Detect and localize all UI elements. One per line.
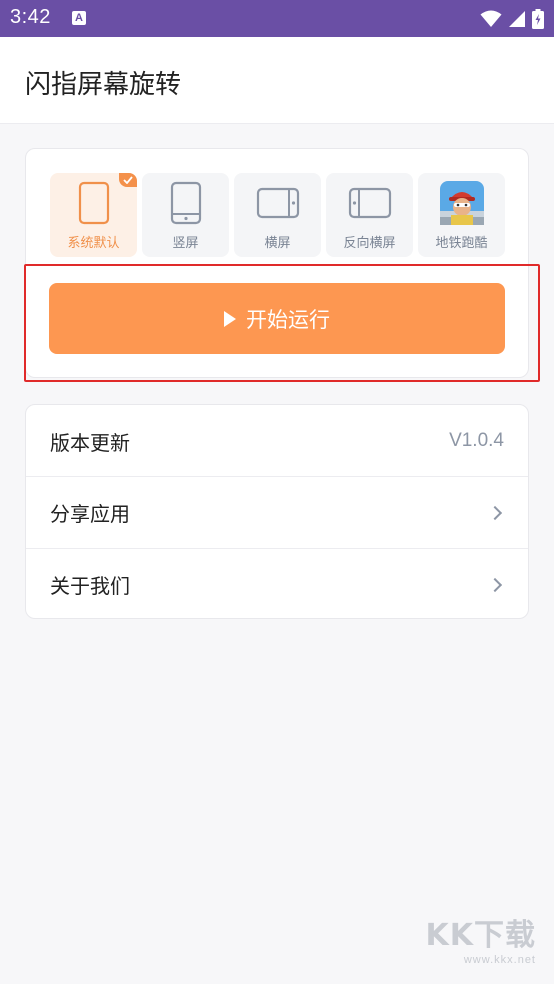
check-badge-icon bbox=[119, 173, 137, 187]
status-bar: 3:42 A bbox=[0, 0, 554, 37]
mode-label: 地铁跑酷 bbox=[435, 236, 488, 251]
watermark-logo-text: KK下载 bbox=[425, 918, 536, 953]
mode-label: 系统默认 bbox=[67, 236, 120, 251]
landscape-icon bbox=[256, 187, 299, 219]
phone-outline-icon bbox=[78, 181, 109, 225]
menu-item-label: 分享应用 bbox=[50, 502, 130, 526]
status-time: 3:42 bbox=[10, 6, 51, 28]
battery-icon bbox=[532, 9, 544, 29]
app-bar: 闪指屏幕旋转 bbox=[0, 37, 554, 124]
menu-item-label: 关于我们 bbox=[50, 574, 130, 598]
app-title: 闪指屏幕旋转 bbox=[25, 70, 182, 100]
start-run-label: 开始运行 bbox=[246, 307, 330, 332]
mode-system-default[interactable]: 系统默认 bbox=[50, 173, 137, 257]
menu-item-version-update[interactable]: 版本更新 V1.0.4 bbox=[26, 405, 528, 477]
system-icons bbox=[480, 8, 544, 30]
mode-subway-surfers[interactable]: 地铁跑酷 bbox=[418, 173, 505, 257]
reverse-landscape-icon bbox=[348, 187, 391, 219]
watermark-url: www.kkx.net bbox=[463, 954, 536, 966]
signal-icon bbox=[509, 11, 525, 27]
start-run-button[interactable]: 开始运行 bbox=[49, 283, 505, 354]
menu-item-label: 版本更新 bbox=[50, 430, 130, 455]
play-icon bbox=[224, 311, 236, 327]
portrait-icon bbox=[170, 181, 201, 225]
chevron-right-icon bbox=[487, 505, 503, 520]
menu-item-share-app[interactable]: 分享应用 bbox=[26, 476, 528, 548]
settings-menu-card: 版本更新 V1.0.4 分享应用 关于我们 bbox=[25, 404, 529, 619]
version-value: V1.0.4 bbox=[449, 430, 504, 451]
site-watermark: KK下载 www.kkx.net bbox=[426, 910, 537, 966]
notification-a-icon: A bbox=[72, 11, 86, 25]
mode-landscape[interactable]: 横屏 bbox=[234, 173, 321, 257]
mode-label: 横屏 bbox=[264, 236, 291, 251]
wifi-icon bbox=[480, 10, 502, 27]
mode-label: 竖屏 bbox=[172, 236, 199, 251]
menu-item-about-us[interactable]: 关于我们 bbox=[26, 548, 528, 620]
subway-surfers-app-icon bbox=[439, 181, 484, 225]
chevron-right-icon bbox=[487, 577, 503, 592]
mode-reverse-landscape[interactable]: 反向横屏 bbox=[326, 173, 413, 257]
mode-portrait[interactable]: 竖屏 bbox=[142, 173, 229, 257]
mode-label: 反向横屏 bbox=[343, 236, 396, 251]
